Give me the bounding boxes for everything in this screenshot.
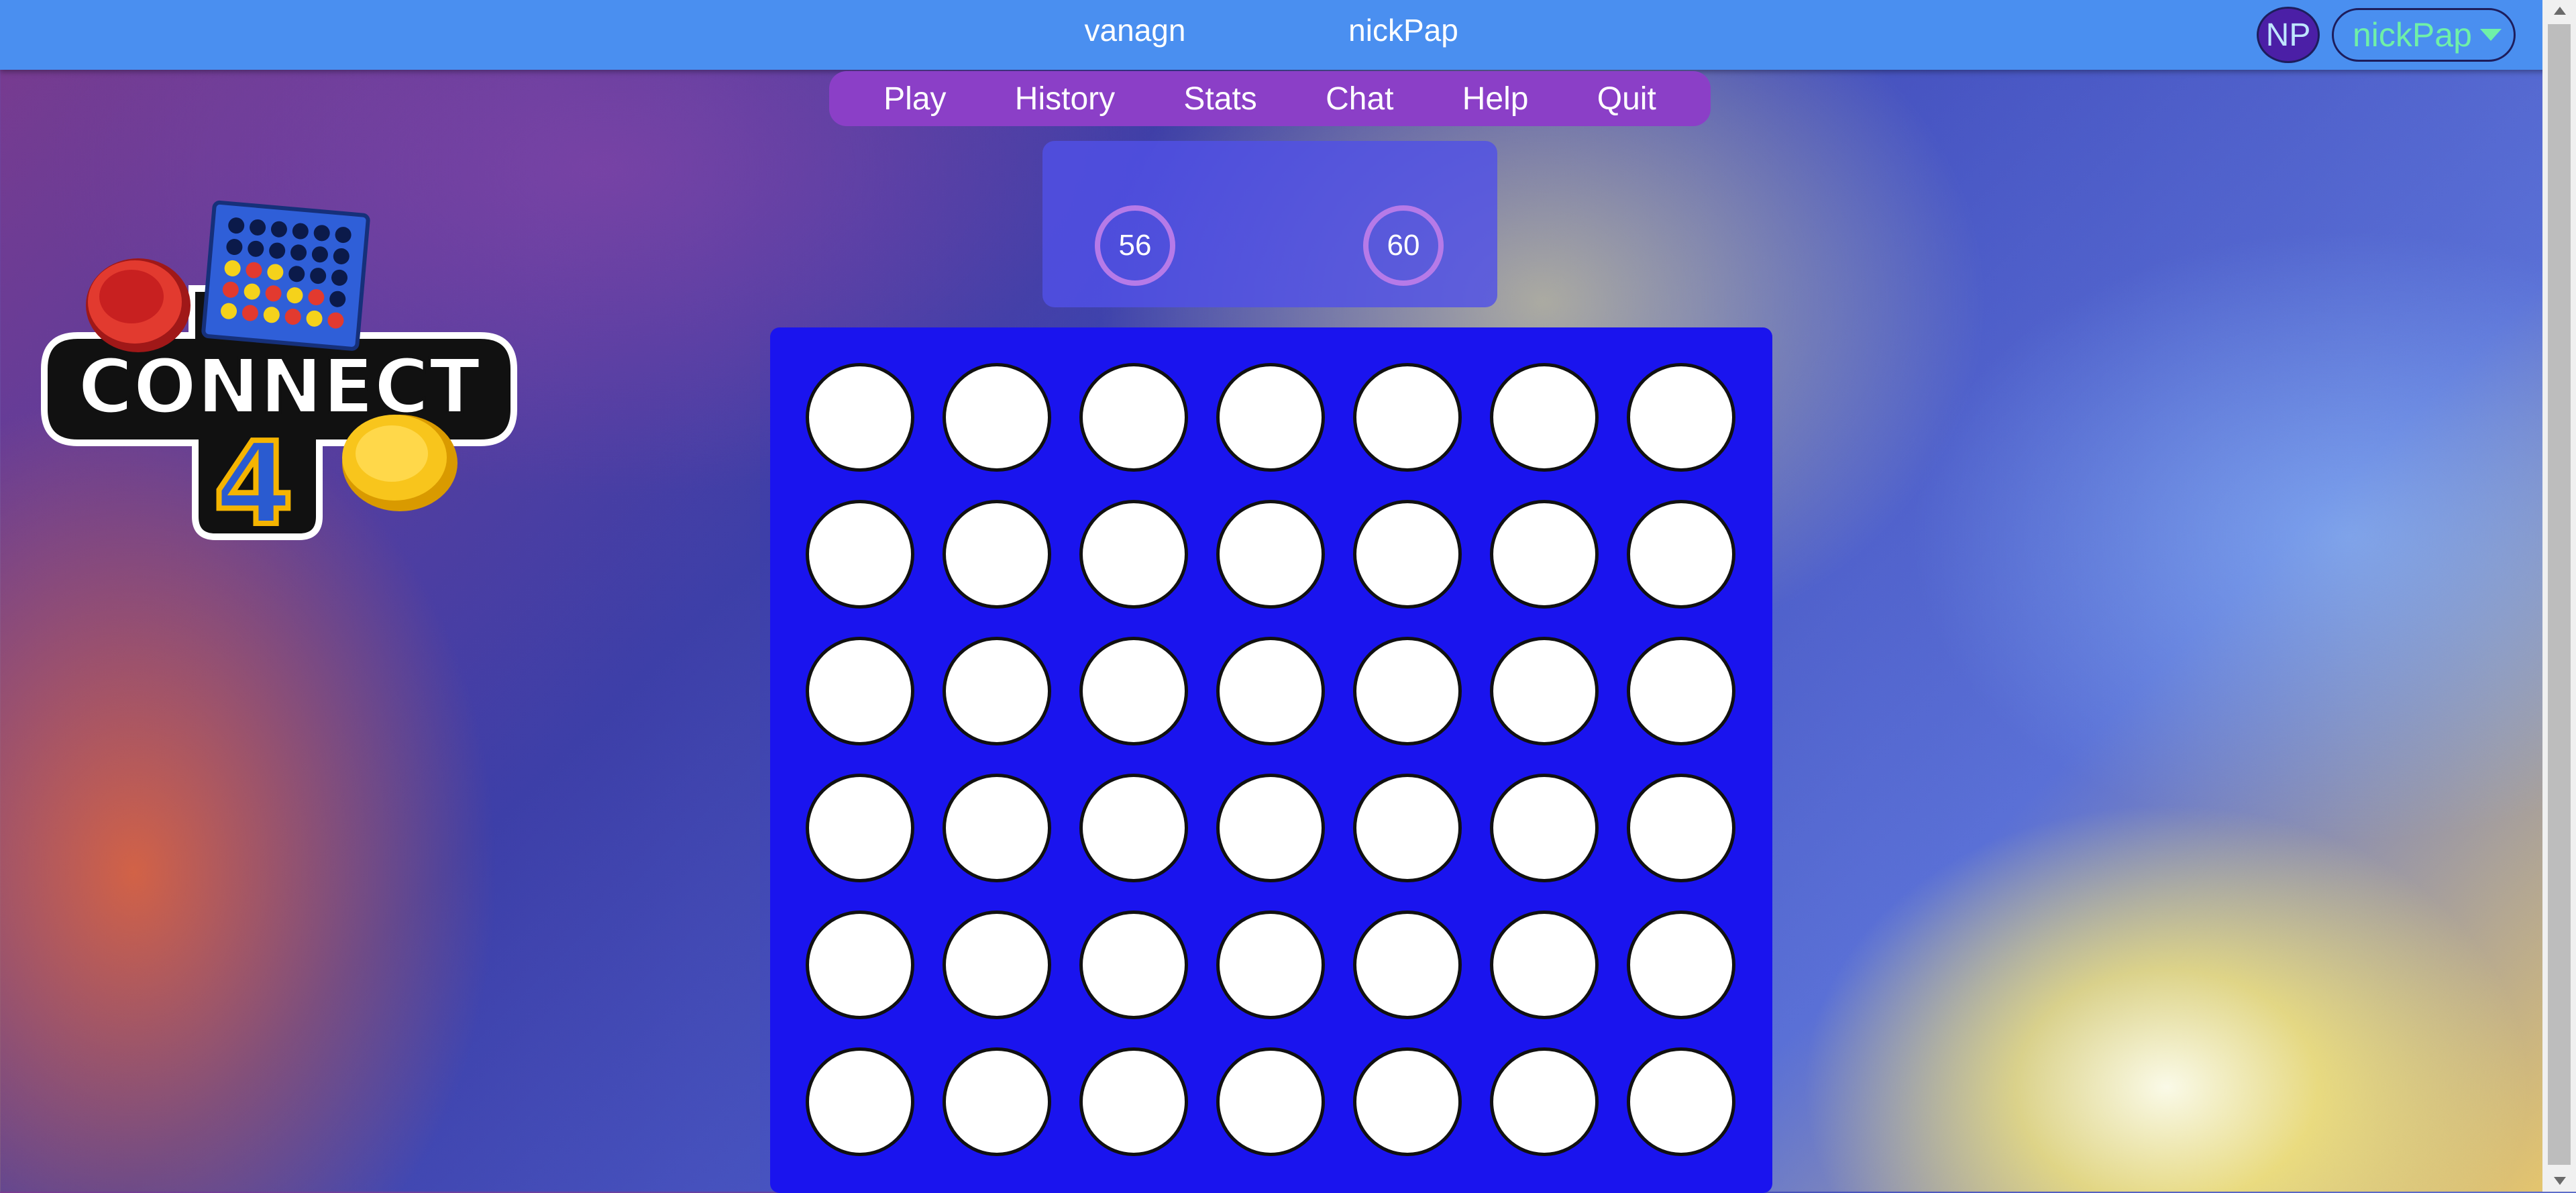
board-cell[interactable]	[1627, 500, 1735, 609]
board-cell[interactable]	[1216, 911, 1325, 1019]
connect-4-logo: CONNECT 4	[41, 200, 517, 543]
board-cell[interactable]	[1216, 637, 1325, 745]
logo-number: 4	[214, 418, 293, 543]
board-cell[interactable]	[806, 1047, 914, 1156]
board-cell[interactable]	[1079, 911, 1188, 1019]
board-cell[interactable]	[806, 363, 914, 472]
chevron-down-icon	[2479, 29, 2502, 41]
avatar-initials: NP	[2265, 17, 2311, 53]
board-cell[interactable]	[1490, 911, 1599, 1019]
board-cell[interactable]	[1216, 363, 1325, 472]
board-cell[interactable]	[943, 500, 1051, 609]
board-cell[interactable]	[1353, 1047, 1462, 1156]
board-cell[interactable]	[1079, 363, 1188, 472]
nav-quit[interactable]: Quit	[1597, 81, 1656, 117]
board-cell[interactable]	[1490, 363, 1599, 472]
board-cell[interactable]	[1353, 774, 1462, 882]
scrollbar-thumb[interactable]	[2548, 24, 2571, 1165]
board-cell[interactable]	[1216, 774, 1325, 882]
board-cell[interactable]	[1353, 500, 1462, 609]
board-cell[interactable]	[1079, 637, 1188, 745]
scroll-up-arrow-icon[interactable]	[2554, 7, 2566, 15]
scroll-down-arrow-icon[interactable]	[2554, 1177, 2566, 1185]
board-cell[interactable]	[806, 637, 914, 745]
username-label: nickPap	[2353, 16, 2472, 54]
user-avatar[interactable]: NP	[2257, 7, 2320, 63]
board-cell[interactable]	[943, 363, 1051, 472]
board-cell[interactable]	[943, 637, 1051, 745]
player-1-name: vanagn	[1084, 13, 1186, 48]
main-nav: Play History Stats Chat Help Quit	[829, 71, 1711, 126]
nav-chat[interactable]: Chat	[1326, 81, 1393, 117]
player-2-score: 60	[1363, 205, 1444, 286]
player-2-name: nickPap	[1348, 13, 1458, 48]
game-board	[770, 327, 1772, 1193]
board-cell[interactable]	[943, 911, 1051, 1019]
nav-help[interactable]: Help	[1462, 81, 1529, 117]
top-bar: NP nickPap	[0, 0, 2576, 70]
board-cell[interactable]	[1216, 1047, 1325, 1156]
nav-history[interactable]: History	[1015, 81, 1115, 117]
board-cell[interactable]	[1490, 637, 1599, 745]
board-cell[interactable]	[943, 774, 1051, 882]
board-cell[interactable]	[1627, 1047, 1735, 1156]
board-cell[interactable]	[1079, 500, 1188, 609]
board-cell[interactable]	[943, 1047, 1051, 1156]
board-cell[interactable]	[1490, 500, 1599, 609]
board-cell[interactable]	[1216, 500, 1325, 609]
board-cell[interactable]	[1079, 774, 1188, 882]
board-cell[interactable]	[806, 774, 914, 882]
board-cell[interactable]	[1627, 363, 1735, 472]
vertical-scrollbar[interactable]	[2542, 0, 2576, 1192]
board-cell[interactable]	[1490, 1047, 1599, 1156]
board-cell[interactable]	[1353, 637, 1462, 745]
board-cell[interactable]	[1079, 1047, 1188, 1156]
nav-play[interactable]: Play	[883, 81, 946, 117]
board-cell[interactable]	[1627, 774, 1735, 882]
nav-stats[interactable]: Stats	[1183, 81, 1256, 117]
board-cell[interactable]	[1353, 911, 1462, 1019]
board-cell[interactable]	[1490, 774, 1599, 882]
board-cell[interactable]	[806, 500, 914, 609]
board-cell[interactable]	[806, 911, 914, 1019]
user-menu-dropdown[interactable]: nickPap	[2332, 8, 2516, 62]
board-cell[interactable]	[1627, 911, 1735, 1019]
board-cell[interactable]	[1627, 637, 1735, 745]
board-cell[interactable]	[1353, 363, 1462, 472]
player-1-score: 56	[1095, 205, 1175, 286]
